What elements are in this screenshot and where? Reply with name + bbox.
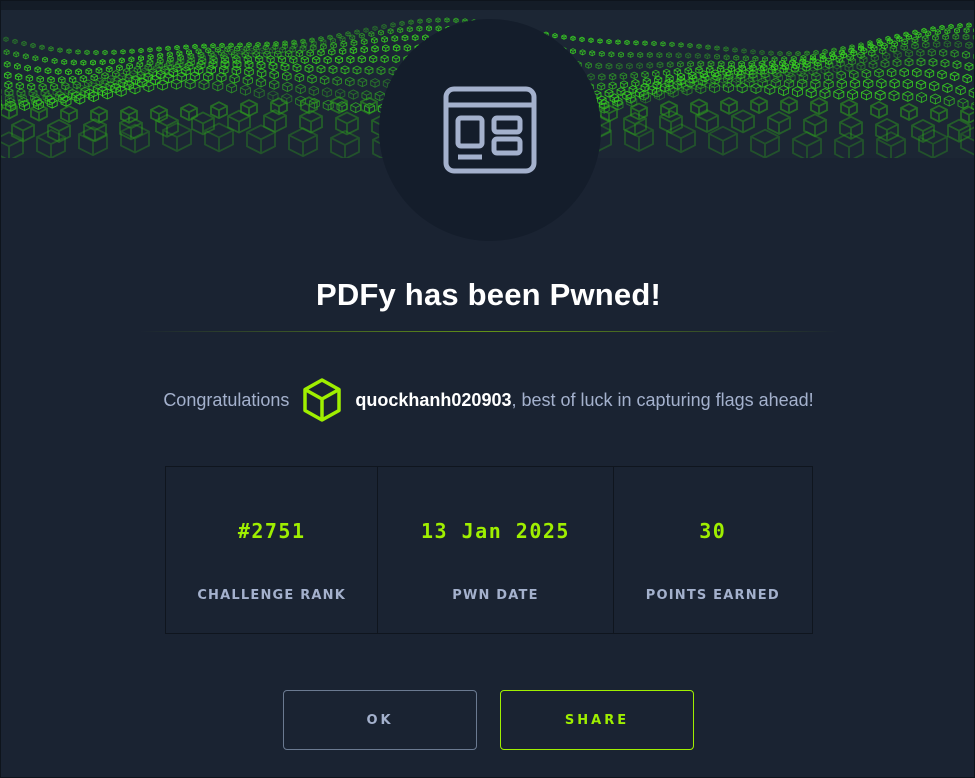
stat-label: POINTS EARNED [645, 588, 780, 603]
stat-value: 13 Jan 2025 [421, 519, 570, 543]
congrats-message: Congratulations quockhanh020903 , best o… [1, 377, 974, 423]
stat-value: 30 [699, 519, 727, 543]
ok-button[interactable]: OK [283, 690, 477, 750]
stat-challenge-rank: #2751 CHALLENGE RANK [166, 467, 379, 633]
stat-pwn-date: 13 Jan 2025 PWN DATE [378, 467, 614, 633]
top-strip [1, 1, 974, 10]
stat-label: CHALLENGE RANK [197, 588, 347, 603]
pwned-dialog: PDFy has been Pwned! Congratulations quo… [0, 0, 975, 778]
title-divider [139, 331, 839, 332]
challenge-icon-circle [379, 19, 601, 241]
share-button[interactable]: SHARE [500, 690, 694, 750]
stats-panel: #2751 CHALLENGE RANK 13 Jan 2025 PWN DAT… [165, 466, 813, 634]
stat-value: #2751 [237, 519, 306, 543]
congrats-suffix: , best of luck in capturing flags ahead! [511, 389, 814, 410]
username[interactable]: quockhanh020903 [355, 390, 511, 411]
stat-points-earned: 30 POINTS EARNED [614, 467, 812, 633]
page-title: PDFy has been Pwned! [315, 277, 662, 312]
browser-window-icon [443, 86, 537, 174]
congrats-prefix: Congratulations [163, 389, 290, 410]
cube-icon [301, 377, 343, 423]
stat-label: PWN DATE [452, 588, 539, 603]
